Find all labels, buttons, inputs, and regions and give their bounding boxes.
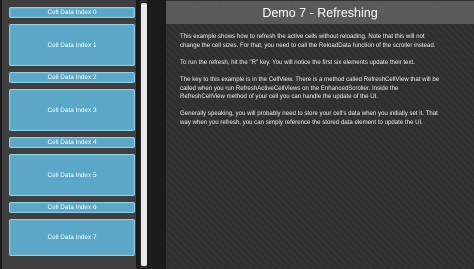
demo-screen: Cell Data Index 0 Cell Data Index 1 Cell… — [0, 0, 474, 269]
cell-view-2[interactable]: Cell Data Index 2 — [9, 72, 135, 83]
cell-view-0[interactable]: Cell Data Index 0 — [9, 7, 135, 18]
page-title: Demo 7 - Refreshing — [262, 5, 378, 20]
cell-label: Cell Data Index 7 — [47, 234, 97, 241]
cell-scroller[interactable]: Cell Data Index 0 Cell Data Index 1 Cell… — [2, 0, 136, 269]
cell-view-7[interactable]: Cell Data Index 7 — [9, 219, 135, 256]
cell-label: Cell Data Index 4 — [47, 139, 97, 146]
cell-label: Cell Data Index 1 — [47, 41, 97, 49]
cell-view-1[interactable]: Cell Data Index 1 — [9, 24, 135, 66]
info-panel: Demo 7 - Refreshing This example shows h… — [166, 0, 474, 269]
cell-view-4[interactable]: Cell Data Index 4 — [9, 137, 135, 148]
cell-label: Cell Data Index 5 — [47, 171, 97, 179]
cell-label: Cell Data Index 2 — [47, 74, 97, 81]
scrollbar-thumb[interactable] — [141, 3, 147, 266]
cell-view-3[interactable]: Cell Data Index 3 — [9, 89, 135, 131]
description-paragraph: This example shows how to refresh the ac… — [180, 33, 436, 49]
cell-label: Cell Data Index 0 — [47, 9, 97, 16]
description-paragraph: The key to this example is in the CellVi… — [180, 75, 440, 101]
cell-label: Cell Data Index 3 — [47, 106, 97, 114]
cell-list: Cell Data Index 0 Cell Data Index 1 Cell… — [9, 7, 135, 256]
title-bar: Demo 7 - Refreshing — [166, 1, 474, 24]
vertical-scrollbar[interactable] — [140, 0, 147, 269]
cell-view-6[interactable]: Cell Data Index 6 — [9, 202, 135, 213]
cell-view-5[interactable]: Cell Data Index 5 — [9, 154, 135, 196]
description-paragraph: Generally speaking, you will probably ne… — [180, 110, 438, 126]
description-paragraph: To run the refresh, hit the "R" key. You… — [180, 58, 415, 66]
description-text: This example shows how to refresh the ac… — [180, 33, 472, 136]
cell-label: Cell Data Index 6 — [47, 204, 97, 211]
